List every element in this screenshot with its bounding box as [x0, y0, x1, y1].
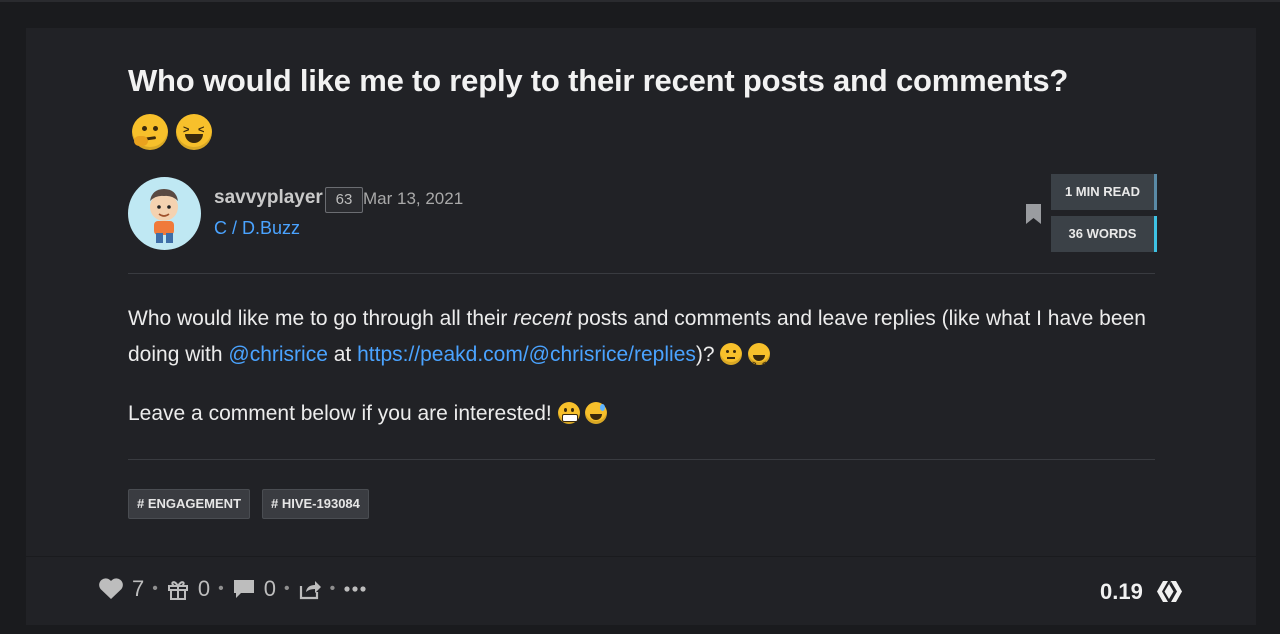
- separator-dot: •: [283, 580, 290, 597]
- post-card: [26, 28, 1256, 556]
- mention-link[interactable]: @chrisrice: [228, 343, 328, 366]
- squinting-laugh-emoji-icon: > <: [748, 343, 771, 368]
- vote-count[interactable]: 7: [132, 576, 144, 602]
- word-count-badge: 36 WORDS: [1051, 216, 1157, 252]
- grinning-emoji-icon: [557, 402, 580, 424]
- payout-value[interactable]: 0.19: [1100, 579, 1143, 605]
- title-emojis: > <: [132, 114, 212, 150]
- heart-icon[interactable]: [98, 578, 124, 600]
- top-border: [0, 0, 1280, 2]
- tag-engagement[interactable]: # ENGAGEMENT: [128, 489, 251, 519]
- author-name[interactable]: savvyplayer: [214, 187, 323, 209]
- more-icon[interactable]: [343, 585, 367, 593]
- author-avatar[interactable]: [128, 177, 201, 250]
- body-text: Leave a comment below if you are interes…: [128, 402, 552, 425]
- gift-icon[interactable]: [166, 577, 190, 601]
- reputation-badge: 63: [325, 187, 363, 213]
- separator-dot: •: [218, 580, 224, 597]
- body-text: )?: [695, 343, 715, 366]
- tag-hive[interactable]: # HIVE-193084: [262, 489, 369, 519]
- comment-icon[interactable]: [232, 578, 256, 600]
- share-icon[interactable]: [298, 578, 322, 600]
- action-bar: 7 • 0 • 0 • •: [98, 576, 367, 602]
- body-text: Who would like me to go through all thei…: [128, 307, 514, 330]
- post-title: Who would like me to reply to their rece…: [128, 63, 1069, 98]
- body-divider: [128, 459, 1155, 460]
- read-time-badge: 1 MIN READ: [1051, 174, 1157, 210]
- hive-logo-icon: [1157, 581, 1182, 602]
- body-text: at: [327, 343, 358, 366]
- squinting-laugh-emoji-icon: > <: [176, 114, 212, 150]
- post-date[interactable]: Mar 13, 2021: [363, 189, 463, 209]
- body-paragraph-1: Who would like me to go through all thei…: [128, 301, 1148, 373]
- bookmark-icon[interactable]: [1026, 204, 1041, 224]
- tip-count[interactable]: 0: [198, 576, 210, 602]
- sweat-smile-emoji-icon: [585, 402, 608, 424]
- body-emphasis: recent: [513, 307, 572, 330]
- community-link[interactable]: C / D.Buzz: [214, 218, 300, 239]
- comment-count[interactable]: 0: [264, 576, 276, 602]
- header-divider: [128, 273, 1155, 274]
- replies-link[interactable]: https://peakd.com/@chrisrice/replies: [357, 343, 696, 366]
- separator-dot: •: [152, 580, 158, 597]
- thinking-emoji-icon: [720, 343, 743, 365]
- thinking-emoji-icon: [132, 114, 168, 150]
- body-paragraph-2: Leave a comment below if you are interes…: [128, 396, 1148, 432]
- separator-dot: •: [329, 580, 336, 597]
